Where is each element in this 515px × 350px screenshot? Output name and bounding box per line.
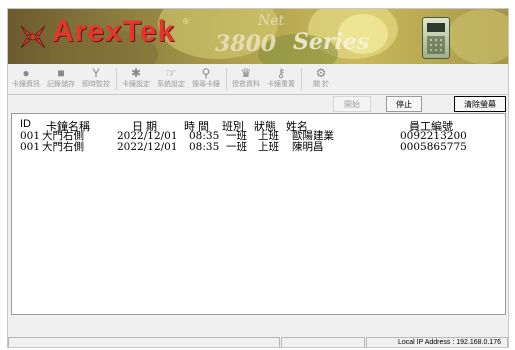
status-pane [281, 337, 365, 347]
toolbar-rescue-data[interactable]: ♛ 授救資料 [229, 66, 263, 92]
time-clock-device-icon [422, 17, 450, 59]
toolbar-clock-settings[interactable]: ✱ 卡鐘設定 [119, 66, 153, 92]
binoculars-icon: ⚲ [201, 66, 211, 80]
toolbar-system-settings[interactable]: ☞ 系統設定 [154, 66, 188, 92]
toolbar-search-clock[interactable]: ⚲ 搜尋卡鐘 [189, 66, 223, 92]
toolbar-label: 即時監控 [82, 81, 110, 88]
toolbar-label: 卡鐘設定 [122, 81, 150, 88]
table-row[interactable]: 001 大門右側 2022/12/01 08:35 一班 上班 陳明昌 0005… [12, 142, 502, 153]
toolbar-live-monitor[interactable]: Y 即時監控 [79, 66, 113, 92]
main-toolbar: ● 卡鐘資訊 ■ 記錄儲存 Y 即時監控 ✱ 卡鐘設定 ☞ 系統設定 ⚲ 搜尋卡… [8, 64, 508, 95]
cell-clock-name: 大門右側 [42, 141, 84, 153]
cell-id: 001 [20, 141, 41, 153]
cell-shift: 一班 [226, 141, 247, 153]
toolbar-label: 關 於 [313, 81, 329, 88]
toolbar-label: 授救資料 [232, 81, 260, 88]
status-bar: Local IP Address : 192.168.0.176 [8, 337, 508, 347]
status-pane [8, 337, 280, 347]
series-label: Series [293, 29, 370, 55]
toolbar-save-records[interactable]: ■ 記錄儲存 [44, 66, 78, 92]
toolbar-label: 搜尋卡鐘 [192, 81, 220, 88]
toolbar-label: 卡鐘重置 [267, 81, 295, 88]
attendance-log-list[interactable]: ID 卡鐘名稱 日 期 時 間 班別 狀態 姓名 員工編號 001 大門右側 2… [11, 113, 506, 315]
column-header-id: ID [20, 118, 31, 130]
toolbar-label: 系統設定 [157, 81, 185, 88]
stop-button[interactable]: 停止 [386, 96, 422, 112]
clear-screen-button[interactable]: 清除螢幕 [454, 96, 506, 112]
cell-employee-id: 0005865775 [400, 141, 467, 153]
rescue-icon: ♛ [240, 66, 252, 80]
about-icon: ⚙ [315, 66, 327, 80]
system-settings-icon: ☞ [165, 66, 177, 80]
key-icon: ⚷ [276, 66, 286, 80]
brand-banner: ArexTek ® 3800 Net Series [8, 9, 508, 64]
registered-mark: ® [183, 17, 189, 26]
cell-time: 08:35 [189, 141, 220, 153]
toolbar-label: 記錄儲存 [47, 81, 75, 88]
app-window: ArexTek ® 3800 Net Series ● 卡鐘資訊 ■ 記錄儲存 … [7, 8, 509, 348]
cell-status: 上班 [258, 141, 279, 153]
model-number: 3800 [215, 31, 277, 57]
local-ip-address: Local IP Address : 192.168.0.176 [397, 339, 501, 346]
toolbar-label: 卡鐘資訊 [12, 81, 40, 88]
circle-icon: ● [22, 66, 30, 80]
brand-logo-text: ArexTek [52, 15, 176, 48]
start-button[interactable]: 開始 [333, 96, 371, 112]
model-suffix: Net [258, 13, 285, 29]
toolbar-clock-info[interactable]: ● 卡鐘資訊 [9, 66, 43, 92]
arextek-logo-icon [20, 25, 46, 49]
toolbar-reset-clock[interactable]: ⚷ 卡鐘重置 [264, 66, 298, 92]
status-pane-ip: Local IP Address : 192.168.0.176 [366, 337, 508, 347]
cell-person-name: 陳明昌 [292, 141, 324, 153]
gear-icon: ✱ [130, 66, 142, 80]
antenna-icon: Y [91, 66, 100, 80]
save-icon: ■ [57, 66, 65, 80]
cell-date: 2022/12/01 [117, 141, 178, 153]
toolbar-about[interactable]: ⚙ 關 於 [304, 66, 338, 92]
